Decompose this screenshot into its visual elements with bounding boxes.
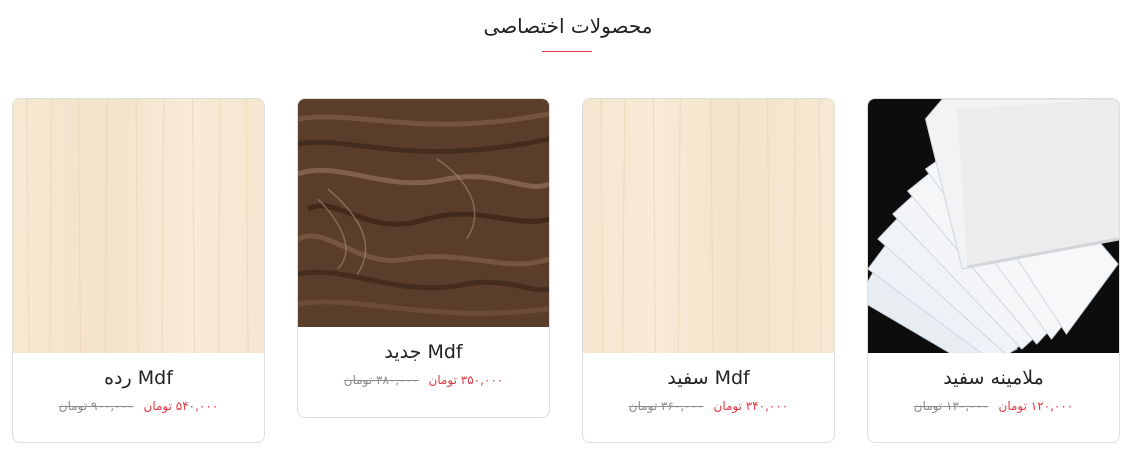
product-card-melamine-white[interactable]: ملامینه سفید ۱۲۰,۰۰۰ تومان ۱۳۰,۰۰۰ تومان <box>867 98 1120 443</box>
price-row: ۱۲۰,۰۰۰ تومان ۱۳۰,۰۰۰ تومان <box>868 399 1119 413</box>
product-old-price: ۱۳۰,۰۰۰ تومان <box>913 399 989 413</box>
title-underline <box>542 51 592 52</box>
section-title: محصولات اختصاصی <box>483 14 653 38</box>
product-name[interactable]: Mdf جدید <box>298 341 549 363</box>
product-price: ۱۲۰,۰۰۰ تومان <box>998 399 1074 413</box>
product-old-price: ۳۸۰,۰۰۰ تومان <box>343 373 419 387</box>
price-row: ۳۴۰,۰۰۰ تومان ۳۶۰,۰۰۰ تومان <box>583 399 834 413</box>
product-image-white-sheets[interactable] <box>868 99 1119 353</box>
price-row: ۳۵۰,۰۰۰ تومان ۳۸۰,۰۰۰ تومان <box>298 373 549 387</box>
product-old-price: ۳۶۰,۰۰۰ تومان <box>628 399 704 413</box>
product-old-price: ۹۰۰,۰۰۰ تومان <box>58 399 134 413</box>
product-name[interactable]: ملامینه سفید <box>868 367 1119 389</box>
product-card-mdf-rade[interactable]: Mdf رده ۵۴۰,۰۰۰ تومان ۹۰۰,۰۰۰ تومان <box>12 98 265 443</box>
product-image-light-wood[interactable] <box>583 99 834 353</box>
product-name[interactable]: Mdf سفید <box>583 367 834 389</box>
product-card-mdf-white[interactable]: Mdf سفید ۳۴۰,۰۰۰ تومان ۳۶۰,۰۰۰ تومان <box>582 98 835 443</box>
product-image-light-wood[interactable] <box>13 99 264 353</box>
product-price: ۳۴۰,۰۰۰ تومان <box>713 399 789 413</box>
product-image-dark-wood[interactable] <box>298 99 549 327</box>
product-card-mdf-new[interactable]: Mdf جدید ۳۵۰,۰۰۰ تومان ۳۸۰,۰۰۰ تومان <box>297 98 550 418</box>
product-price: ۵۴۰,۰۰۰ تومان <box>143 399 219 413</box>
product-name[interactable]: Mdf رده <box>13 367 264 389</box>
price-row: ۵۴۰,۰۰۰ تومان ۹۰۰,۰۰۰ تومان <box>13 399 264 413</box>
product-price: ۳۵۰,۰۰۰ تومان <box>428 373 504 387</box>
products-section: محصولات اختصاصی ملامینه سفید ۱۲۰,۰۰۰ توم… <box>0 0 1136 463</box>
